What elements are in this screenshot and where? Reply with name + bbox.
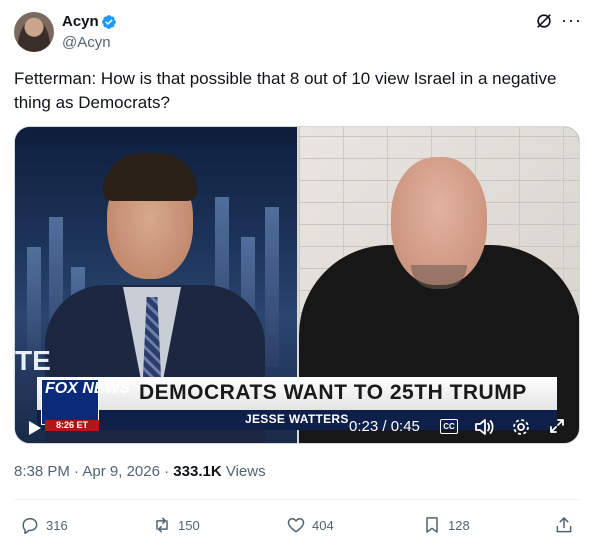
grok-icon[interactable] (535, 12, 553, 30)
author-handle[interactable]: @Acyn (62, 34, 111, 51)
tweet-text: Fetterman: How is that possible that 8 o… (14, 69, 557, 112)
repost-count: 150 (178, 517, 200, 533)
video-player[interactable]: TE DEMOCRATS WANT TO 25TH TRUMP JESSE WA… (14, 126, 580, 444)
author-name[interactable]: Acyn (62, 13, 99, 30)
reply-count: 316 (46, 517, 68, 533)
like-button[interactable]: 404 (286, 514, 334, 536)
chyron-headline: DEMOCRATS WANT TO 25TH TRUMP (139, 381, 527, 404)
share-icon (556, 517, 572, 533)
heart-icon (287, 518, 305, 533)
repost-button[interactable]: 150 (152, 514, 200, 536)
views-count: 333.1K (173, 463, 222, 480)
screen-text-fragment: TE (15, 345, 51, 376)
volume-icon[interactable] (473, 417, 495, 437)
post-time[interactable]: 8:38 PM (14, 463, 70, 480)
bookmark-count: 128 (448, 517, 470, 533)
play-icon[interactable] (29, 421, 41, 435)
verified-badge-icon (102, 15, 116, 29)
repost-icon (156, 517, 168, 533)
fox-news-logo-text: FOX NEWS (45, 380, 131, 397)
bookmark-icon (426, 517, 438, 533)
views-label: Views (225, 463, 266, 480)
divider (14, 499, 580, 500)
post-date[interactable]: Apr 9, 2026 (82, 463, 160, 480)
reply-button[interactable]: 316 (20, 514, 68, 536)
tweet-meta: 8:38 PM · Apr 9, 2026 · 333.1K Views (14, 463, 266, 480)
share-button[interactable] (554, 514, 574, 536)
closed-captions-icon[interactable]: CC (440, 419, 458, 434)
like-count: 404 (312, 517, 334, 533)
video-timecode: 0:23 / 0:45 (349, 418, 420, 435)
video-controls: 0:23 / 0:45 CC (15, 409, 579, 443)
settings-icon[interactable] (511, 417, 531, 437)
fullscreen-icon[interactable] (547, 416, 567, 436)
more-options-icon[interactable]: ··· (561, 10, 582, 31)
avatar[interactable] (14, 12, 54, 52)
bookmark-button[interactable]: 128 (422, 514, 470, 536)
reply-icon (22, 518, 38, 535)
